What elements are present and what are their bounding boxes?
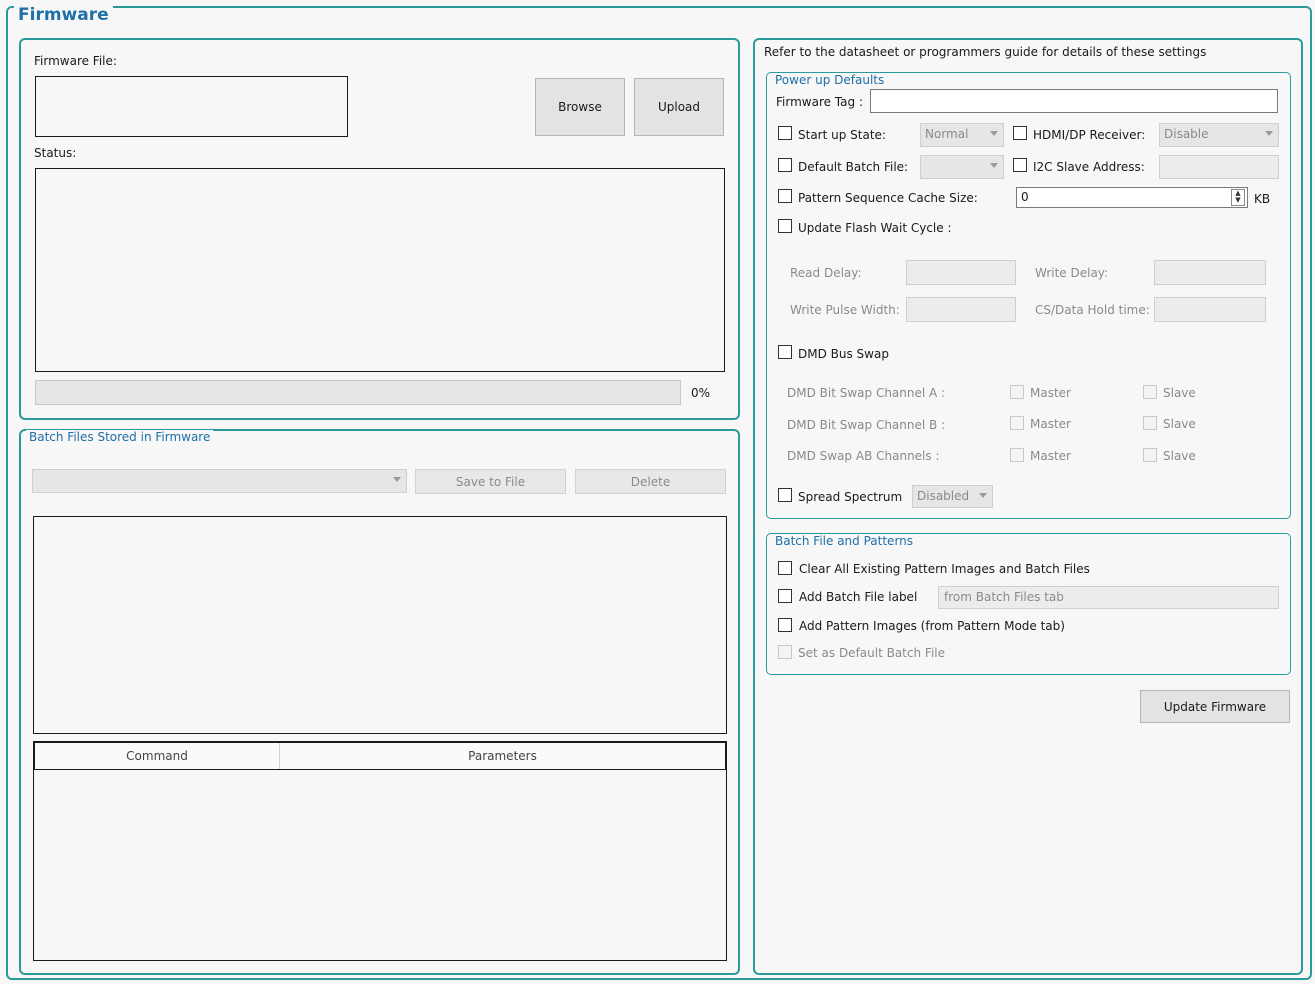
update-firmware-button[interactable]: Update Firmware	[1140, 690, 1290, 723]
cs-hold-label: CS/Data Hold time:	[1035, 303, 1150, 317]
save-to-file-button[interactable]: Save to File	[415, 469, 566, 494]
spread-spectrum-select[interactable]: Disabled	[912, 485, 993, 508]
flash-wait-checkbox[interactable]	[778, 219, 792, 233]
firmware-file-label: Firmware File:	[34, 54, 117, 68]
cache-size-unit: KB	[1254, 192, 1271, 206]
firmware-file-input[interactable]	[35, 76, 348, 137]
cache-size-stepper[interactable]: 0 ▲ ▼	[1016, 187, 1248, 208]
default-batch-select[interactable]	[920, 155, 1004, 179]
batch-file-select[interactable]	[32, 469, 407, 493]
hdmi-receiver-checkbox[interactable]	[1013, 126, 1027, 140]
add-batch-label-input[interactable]: from Batch Files tab	[938, 586, 1279, 609]
spread-spectrum-label: Spread Spectrum	[798, 490, 903, 504]
read-delay-input[interactable]	[906, 260, 1016, 285]
dmd-bus-swap-label: DMD Bus Swap	[798, 347, 889, 361]
bit-swap-b-slave-label: Slave	[1163, 417, 1196, 431]
i2c-address-label: I2C Slave Address:	[1033, 160, 1145, 174]
column-parameters[interactable]: Parameters	[280, 743, 725, 769]
hdmi-receiver-value: Disable	[1164, 127, 1209, 141]
cache-size-checkbox[interactable]	[778, 189, 792, 203]
bit-swap-a-label: DMD Bit Swap Channel A :	[787, 386, 946, 400]
clear-patterns-checkbox[interactable]	[778, 561, 792, 575]
default-batch-label: Default Batch File:	[798, 160, 909, 174]
settings-note: Refer to the datasheet or programmers gu…	[764, 45, 1207, 59]
batch-patterns-legend: Batch File and Patterns	[772, 534, 917, 548]
cache-size-label: Pattern Sequence Cache Size:	[798, 191, 978, 205]
read-delay-label: Read Delay:	[790, 266, 862, 280]
default-batch-checkbox[interactable]	[778, 158, 792, 172]
add-batch-label-checkbox[interactable]	[778, 589, 792, 603]
i2c-address-checkbox[interactable]	[1013, 158, 1027, 172]
firmware-tag-label: Firmware Tag :	[776, 95, 863, 109]
upload-progress-bar	[35, 380, 681, 405]
upload-button[interactable]: Upload	[634, 78, 724, 136]
swap-ab-slave-label: Slave	[1163, 449, 1196, 463]
bit-swap-b-slave-checkbox[interactable]	[1143, 416, 1157, 430]
bit-swap-b-master-label: Master	[1030, 417, 1071, 431]
write-pulse-input[interactable]	[906, 297, 1016, 322]
batch-file-list[interactable]	[33, 516, 727, 734]
cs-hold-input[interactable]	[1154, 297, 1266, 322]
swap-ab-slave-checkbox[interactable]	[1143, 448, 1157, 462]
browse-button[interactable]: Browse	[535, 78, 625, 136]
spread-spectrum-value: Disabled	[917, 489, 970, 503]
hdmi-receiver-label: HDMI/DP Receiver:	[1033, 128, 1146, 142]
firmware-tag-input[interactable]	[870, 89, 1278, 113]
write-pulse-label: Write Pulse Width:	[790, 303, 900, 317]
add-pattern-images-checkbox[interactable]	[778, 618, 792, 632]
startup-state-select[interactable]: Normal	[920, 123, 1004, 147]
batch-stored-legend: Batch Files Stored in Firmware	[26, 430, 214, 444]
batch-command-table[interactable]: Command Parameters	[33, 741, 727, 961]
add-batch-label-label: Add Batch File label	[799, 590, 918, 604]
startup-state-value: Normal	[925, 127, 969, 141]
clear-patterns-label: Clear All Existing Pattern Images and Ba…	[799, 562, 1090, 576]
firmware-title: Firmware	[14, 5, 113, 25]
delete-button[interactable]: Delete	[575, 469, 726, 494]
table-header: Command Parameters	[34, 742, 726, 770]
startup-state-label: Start up State:	[798, 128, 886, 142]
stepper-arrows-icon[interactable]: ▲ ▼	[1231, 189, 1245, 206]
status-label: Status:	[34, 146, 77, 160]
swap-ab-master-checkbox[interactable]	[1010, 448, 1024, 462]
write-delay-label: Write Delay:	[1035, 266, 1109, 280]
bit-swap-a-master-label: Master	[1030, 386, 1071, 400]
bit-swap-b-label: DMD Bit Swap Channel B :	[787, 418, 946, 432]
bit-swap-a-slave-checkbox[interactable]	[1143, 385, 1157, 399]
hdmi-receiver-select[interactable]: Disable	[1159, 123, 1279, 147]
progress-percent: 0%	[691, 386, 711, 400]
i2c-address-input[interactable]	[1159, 155, 1279, 179]
bit-swap-a-slave-label: Slave	[1163, 386, 1196, 400]
bit-swap-a-master-checkbox[interactable]	[1010, 385, 1024, 399]
startup-state-checkbox[interactable]	[778, 126, 792, 140]
swap-ab-label: DMD Swap AB Channels :	[787, 449, 940, 463]
spread-spectrum-checkbox[interactable]	[778, 488, 792, 502]
set-default-batch-label: Set as Default Batch File	[798, 646, 945, 660]
flash-wait-label: Update Flash Wait Cycle :	[798, 221, 952, 235]
cache-size-value: 0	[1021, 190, 1029, 204]
status-log[interactable]	[35, 168, 725, 372]
set-default-batch-checkbox[interactable]	[778, 645, 792, 659]
add-pattern-images-label: Add Pattern Images (from Pattern Mode ta…	[799, 619, 1065, 633]
power-up-legend: Power up Defaults	[772, 73, 888, 87]
column-command[interactable]: Command	[35, 743, 280, 769]
swap-ab-master-label: Master	[1030, 449, 1071, 463]
dmd-bus-swap-checkbox[interactable]	[778, 345, 792, 359]
bit-swap-b-master-checkbox[interactable]	[1010, 416, 1024, 430]
write-delay-input[interactable]	[1154, 260, 1266, 285]
